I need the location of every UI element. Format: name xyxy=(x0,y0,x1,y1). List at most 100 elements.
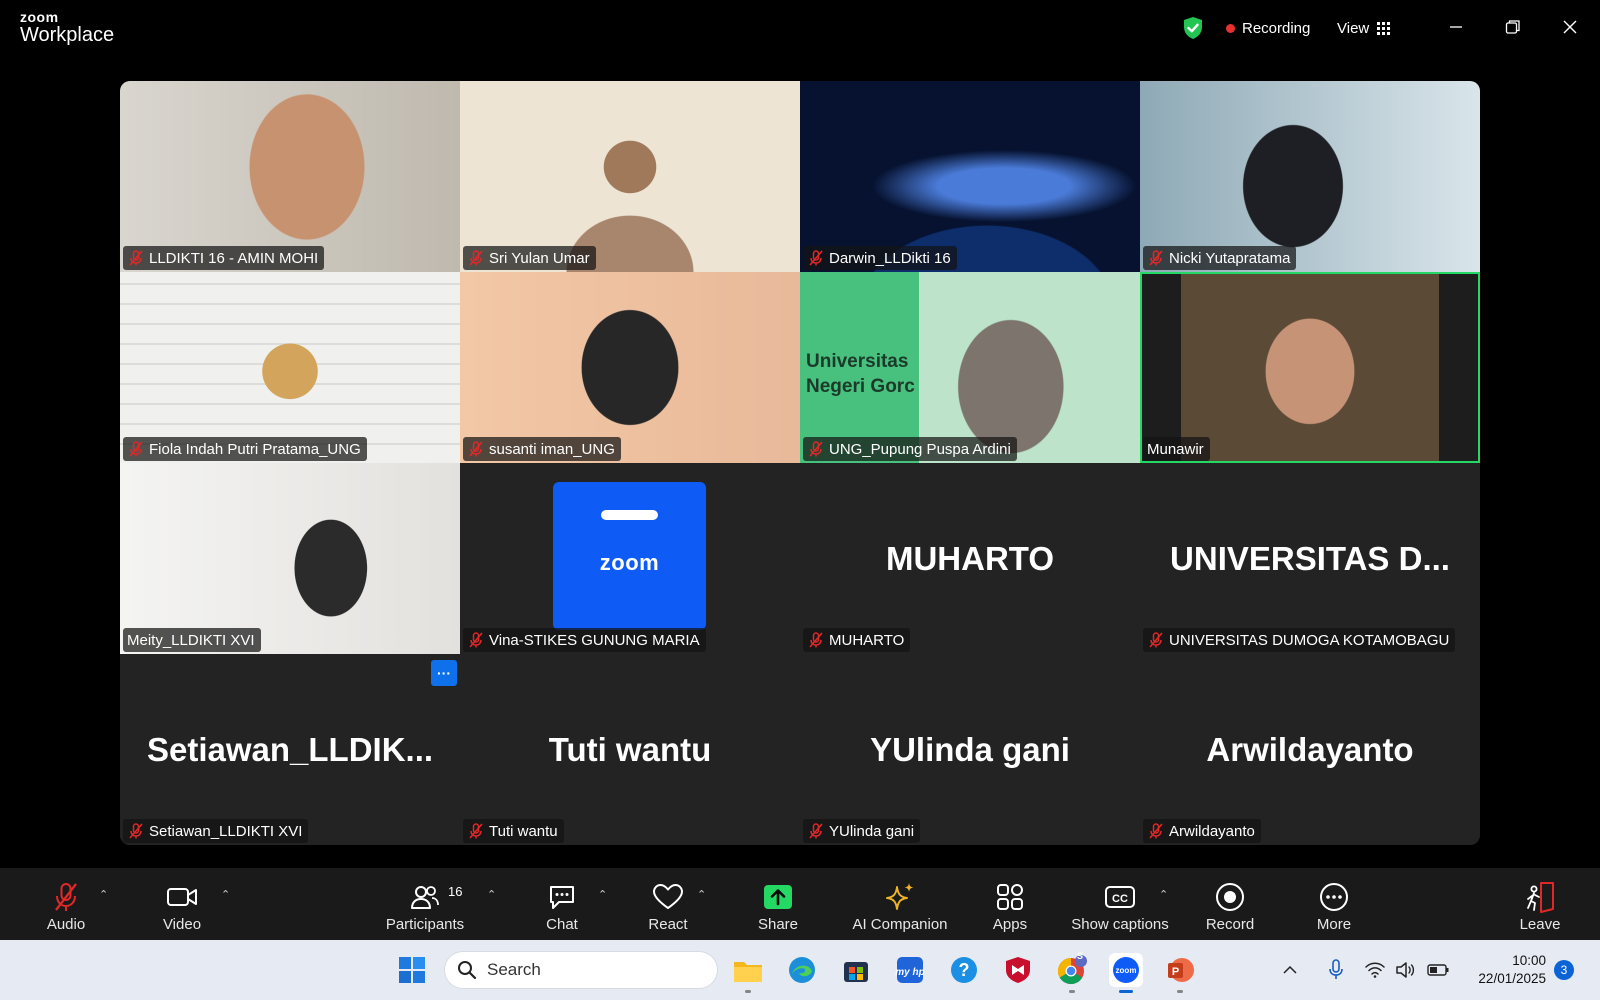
participant-tile[interactable]: Fiola Indah Putri Pratama_UNG xyxy=(120,272,460,463)
meeting-toolbar: Audio ⌃ Video ⌃ 16 Participants ⌃ Chat ⌃… xyxy=(0,868,1600,940)
participant-namebar: Darwin_LLDikti 16 xyxy=(803,246,957,270)
show-captions-label: Show captions xyxy=(1071,916,1169,933)
captions-options-chevron-icon[interactable]: ⌃ xyxy=(1159,888,1168,901)
leave-label: Leave xyxy=(1519,916,1561,933)
view-button[interactable]: View xyxy=(1337,14,1391,42)
participant-tile[interactable]: ··· Setiawan_LLDIK... Setiawan_LLDIKTI X… xyxy=(120,654,460,845)
participant-name: Darwin_LLDikti 16 xyxy=(829,249,951,267)
show-captions-button[interactable]: CC Show captions xyxy=(1068,868,1172,940)
more-dots-icon xyxy=(1320,883,1348,911)
apps-grid-icon xyxy=(997,884,1023,910)
taskbar-search-box[interactable]: Search xyxy=(444,951,718,989)
svg-text:my hp: my hp xyxy=(895,967,924,978)
volume-icon[interactable] xyxy=(1394,953,1416,987)
tile-more-options-button[interactable]: ··· xyxy=(431,660,457,686)
participant-tile[interactable]: zoom Vina-STIKES GUNUNG MARIA xyxy=(460,463,800,654)
participant-tile[interactable]: LLDIKTI 16 - AMIN MOHI xyxy=(120,81,460,272)
participants-icon xyxy=(411,886,439,909)
participant-tile[interactable]: UNIVERSITAS D... UNIVERSITAS DUMOGA KOTA… xyxy=(1140,463,1480,654)
react-options-chevron-icon[interactable]: ⌃ xyxy=(697,888,706,901)
participant-tile[interactable]: Darwin_LLDikti 16 xyxy=(800,81,1140,272)
participant-name: LLDIKTI 16 - AMIN MOHI xyxy=(149,249,319,267)
windows-start-icon[interactable] xyxy=(395,953,429,987)
participant-tile[interactable]: MUHARTO MUHARTO xyxy=(800,463,1140,654)
chat-options-chevron-icon[interactable]: ⌃ xyxy=(598,888,607,901)
running-indicator xyxy=(1069,990,1075,993)
record-icon xyxy=(1216,883,1244,911)
chat-button[interactable]: Chat xyxy=(544,868,580,940)
participant-namebar: Vina-STIKES GUNUNG MARIA xyxy=(463,628,706,652)
notification-badge[interactable]: 3 xyxy=(1554,960,1574,980)
leave-button[interactable]: Leave xyxy=(1519,868,1561,940)
brand-zoom: zoom xyxy=(20,9,59,25)
audio-button[interactable]: Audio xyxy=(40,868,92,940)
zoom-logo-avatar: zoom xyxy=(553,482,706,630)
participant-tile[interactable]: Universitas Negeri Gorc UNG_Pupung Puspa… xyxy=(800,272,1140,463)
participant-tile-active-speaker[interactable]: Munawir xyxy=(1140,272,1480,463)
active-app-indicator xyxy=(1119,990,1133,993)
participant-tile[interactable]: Arwildayanto Arwildayanto xyxy=(1140,654,1480,845)
minimize-button[interactable] xyxy=(1441,12,1471,42)
video-button[interactable]: Video xyxy=(156,868,208,940)
participant-namebar: Meity_LLDIKTI XVI xyxy=(123,628,261,652)
svg-text:zoom: zoom xyxy=(1116,966,1137,975)
svg-text:P: P xyxy=(1172,966,1179,978)
more-button[interactable]: More xyxy=(1312,868,1356,940)
participant-tile[interactable]: Tuti wantu Tuti wantu xyxy=(460,654,800,845)
participants-button[interactable]: 16 Participants xyxy=(378,868,472,940)
file-explorer-icon[interactable] xyxy=(731,953,765,993)
participant-tile[interactable]: Sri Yulan Umar xyxy=(460,81,800,272)
powerpoint-icon[interactable]: P xyxy=(1163,953,1197,993)
microsoft-store-icon[interactable] xyxy=(839,953,873,987)
share-button[interactable]: Share xyxy=(756,868,800,940)
svg-text:CC: CC xyxy=(1112,893,1128,905)
mic-muted-icon xyxy=(469,250,483,266)
participant-tile[interactable]: Meity_LLDIKTI XVI xyxy=(120,463,460,654)
react-label: React xyxy=(648,916,688,933)
video-options-chevron-icon[interactable]: ⌃ xyxy=(221,888,230,901)
heart-icon xyxy=(653,884,683,909)
chat-label: Chat xyxy=(546,916,578,933)
mcafee-shield-icon[interactable] xyxy=(1001,953,1035,987)
participant-namebar: MUHARTO xyxy=(803,628,911,652)
participant-tile[interactable]: susanti iman_UNG xyxy=(460,272,800,463)
restore-button[interactable] xyxy=(1498,12,1528,42)
participants-count: 16 xyxy=(448,884,463,899)
participant-namebar: Tuti wantu xyxy=(463,819,564,843)
battery-icon[interactable] xyxy=(1426,953,1450,987)
participant-namebar: Arwildayanto xyxy=(1143,819,1261,843)
encryption-shield-icon[interactable] xyxy=(1182,14,1204,42)
participant-tile[interactable]: Nicki Yutapratama xyxy=(1140,81,1480,272)
recording-indicator[interactable]: Recording xyxy=(1226,14,1310,42)
participant-namebar: Setiawan_LLDIKTI XVI xyxy=(123,819,309,843)
tray-overflow-chevron-icon[interactable] xyxy=(1280,953,1300,987)
system-clock[interactable]: 10:00 22/01/2025 xyxy=(1466,952,1546,988)
participant-name: Setiawan_LLDIKTI XVI xyxy=(149,822,303,840)
participant-display-name: Setiawan_LLDIK... xyxy=(146,730,434,768)
participant-namebar: Fiola Indah Putri Pratama_UNG xyxy=(123,437,367,461)
wifi-icon[interactable] xyxy=(1364,953,1386,987)
record-button[interactable]: Record xyxy=(1204,868,1256,940)
zoom-logo-bar xyxy=(601,510,658,520)
participant-display-name: UNIVERSITAS D... xyxy=(1170,539,1450,577)
ai-companion-button[interactable]: AI Companion xyxy=(850,868,950,940)
audio-options-chevron-icon[interactable]: ⌃ xyxy=(99,888,108,901)
apps-button[interactable]: Apps xyxy=(990,868,1030,940)
participants-options-chevron-icon[interactable]: ⌃ xyxy=(487,888,496,901)
react-button[interactable]: React xyxy=(648,868,688,940)
microphone-in-use-icon[interactable] xyxy=(1325,953,1347,987)
participant-name: susanti iman_UNG xyxy=(489,440,615,458)
close-button[interactable] xyxy=(1555,12,1585,42)
running-indicator xyxy=(745,990,751,993)
help-icon[interactable]: ? xyxy=(947,953,981,987)
participant-tile[interactable]: YUlinda gani YUlinda gani xyxy=(800,654,1140,845)
gallery-grid: LLDIKTI 16 - AMIN MOHI Sri Yulan Umar Da… xyxy=(120,81,1480,845)
participants-label: Participants xyxy=(385,916,465,933)
ai-sparkle-icon xyxy=(886,883,914,910)
myhp-app-icon[interactable]: my hp xyxy=(893,953,927,987)
app-logo: zoom Workplace xyxy=(20,10,114,45)
edge-browser-icon[interactable] xyxy=(785,953,819,987)
chrome-browser-icon[interactable]: S xyxy=(1055,951,1089,993)
zoom-app-icon[interactable]: zoom xyxy=(1109,953,1143,993)
participant-name: Vina-STIKES GUNUNG MARIA xyxy=(489,631,700,649)
